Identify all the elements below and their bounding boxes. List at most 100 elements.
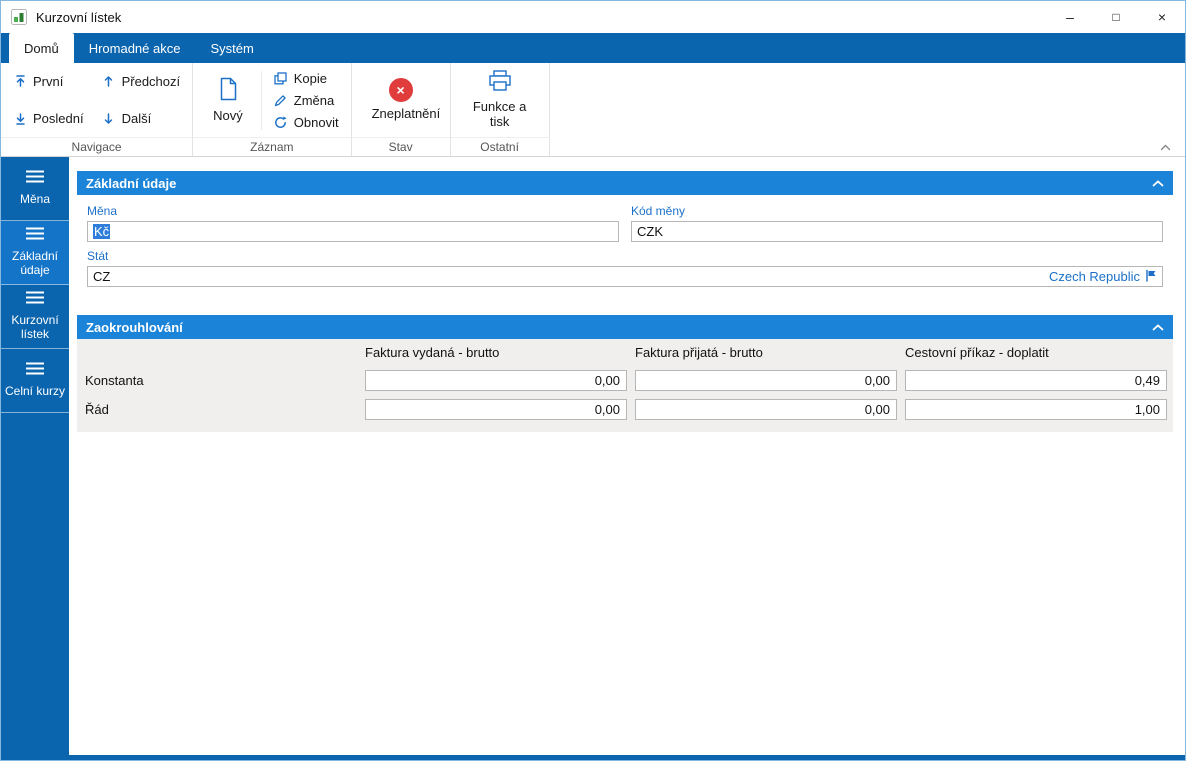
- sidebar-filler: [1, 413, 69, 755]
- country-flag-icon: [1145, 269, 1157, 285]
- tab-domu[interactable]: Domů: [9, 33, 74, 63]
- section-zakladni-udaje: Základní údaje Měna Kč Kód měny CZK Stát…: [77, 171, 1173, 301]
- change-label: Změna: [293, 92, 335, 108]
- new-button[interactable]: Nový: [205, 75, 251, 126]
- row-label-konstanta: Konstanta: [85, 373, 144, 388]
- section-zaokrouhlovani: Zaokrouhlování Faktura vydaná - brutto F…: [77, 315, 1173, 432]
- list-icon: [25, 227, 45, 244]
- invalidate-button[interactable]: × Zneplatnění: [364, 76, 441, 124]
- stat-label: Stát: [87, 249, 109, 263]
- stat-input[interactable]: CZ Czech Republic: [87, 266, 1163, 287]
- list-icon: [25, 291, 45, 308]
- new-label: Nový: [213, 107, 243, 123]
- arrow-up-to-bar-icon: [13, 75, 27, 87]
- close-button[interactable]: ×: [1139, 1, 1185, 33]
- sidebar: Měna Základní údaje Kurzovní lístek Celn…: [1, 157, 69, 755]
- sidebar-item-mena[interactable]: Měna: [1, 157, 69, 221]
- window-bottom-edge: [1, 755, 1185, 760]
- sidebar-item-kurzovni-listek[interactable]: Kurzovní lístek: [1, 285, 69, 349]
- konstanta-cestovni-prikaz-input[interactable]: 0,49: [905, 370, 1167, 391]
- tab-system[interactable]: Systém: [195, 33, 268, 63]
- minimize-button[interactable]: –: [1047, 1, 1093, 33]
- mena-label: Měna: [87, 204, 118, 218]
- copy-icon: [274, 71, 288, 85]
- group-label-navigace: Navigace: [1, 137, 193, 156]
- ribbon-group-navigace: První Předchozí Poslední Další Navigace: [1, 63, 194, 156]
- app-icon: [11, 9, 27, 25]
- chevron-up-icon[interactable]: [1152, 323, 1164, 331]
- first-button[interactable]: První: [13, 74, 84, 89]
- stat-value: CZ: [93, 269, 111, 284]
- section-title-basic: Základní údaje: [86, 175, 177, 191]
- ribbon: První Předchozí Poslední Další Navigace …: [1, 63, 1185, 157]
- functions-print-label: Funkce a tisk: [472, 99, 527, 129]
- group-label-ostatni: Ostatní: [450, 137, 549, 156]
- country-name: Czech Republic: [1048, 269, 1140, 284]
- printer-icon: [488, 70, 512, 95]
- ribbon-group-zaznam: Nový Kopie Změna Obnovit Záznam: [193, 63, 352, 156]
- sidebar-item-label: Měna: [19, 192, 51, 206]
- sidebar-item-label: Kurzovní lístek: [11, 313, 59, 341]
- konstanta-faktura-vydana-input[interactable]: 0,00: [365, 370, 627, 391]
- change-button[interactable]: Změna: [274, 93, 339, 108]
- app-window: Kurzovní lístek – □ × Domů Hromadné akce…: [0, 0, 1186, 761]
- maximize-button[interactable]: □: [1093, 1, 1139, 33]
- section-header-rounding[interactable]: Zaokrouhlování: [77, 315, 1173, 339]
- row-label-rad: Řád: [85, 402, 109, 417]
- group-label-zaznam: Záznam: [193, 137, 351, 156]
- refresh-label: Obnovit: [293, 114, 339, 130]
- rad-faktura-vydana-input[interactable]: 0,00: [365, 399, 627, 420]
- chevron-up-icon[interactable]: [1152, 179, 1164, 187]
- konstanta-faktura-prijata-input[interactable]: 0,00: [635, 370, 897, 391]
- invalidate-label: Zneplatnění: [371, 106, 441, 122]
- column-header-faktura-prijata: Faktura přijatá - brutto: [635, 345, 763, 360]
- field-stat: Stát CZ Czech Republic: [87, 249, 1163, 287]
- list-icon: [25, 170, 45, 187]
- ribbon-group-ostatni: Funkce a tisk Ostatní: [450, 63, 550, 156]
- rad-faktura-prijata-input[interactable]: 0,00: [635, 399, 897, 420]
- pencil-icon: [274, 94, 288, 107]
- group-label-stav: Stav: [351, 137, 450, 156]
- last-label: Poslední: [33, 111, 84, 127]
- sidebar-item-zakladni-udaje[interactable]: Základní údaje: [1, 221, 69, 285]
- previous-label: Předchozí: [121, 73, 181, 89]
- basic-body: Měna Kč Kód měny CZK Stát CZ Czech Repub…: [77, 195, 1173, 301]
- section-title-rounding: Zaokrouhlování: [86, 319, 183, 335]
- rad-cestovni-prikaz-input[interactable]: 1,00: [905, 399, 1167, 420]
- country-picker[interactable]: Czech Republic: [1049, 269, 1157, 285]
- ribbon-group-stav: × Zneplatnění Stav: [351, 63, 451, 156]
- kod-meny-label: Kód měny: [631, 204, 686, 218]
- new-document-icon: [218, 77, 238, 104]
- arrow-down-icon: [102, 113, 116, 125]
- sidebar-item-label: Celní kurzy: [4, 384, 66, 398]
- copy-button[interactable]: Kopie: [274, 71, 339, 86]
- window-controls: – □ ×: [1047, 1, 1185, 33]
- sidebar-item-celni-kurzy[interactable]: Celní kurzy: [1, 349, 69, 413]
- column-header-faktura-vydana: Faktura vydaná - brutto: [365, 345, 500, 360]
- titlebar: Kurzovní lístek – □ ×: [1, 1, 1185, 33]
- mena-value-selected: Kč: [93, 224, 111, 239]
- tab-hromadne-akce[interactable]: Hromadné akce: [74, 33, 196, 63]
- kod-meny-value: CZK: [637, 224, 663, 239]
- section-header-basic[interactable]: Základní údaje: [77, 171, 1173, 195]
- mena-input[interactable]: Kč: [87, 221, 619, 242]
- rounding-corner-cell: [77, 339, 357, 366]
- refresh-button[interactable]: Obnovit: [274, 115, 339, 130]
- next-label: Další: [121, 111, 152, 127]
- refresh-icon: [274, 115, 288, 129]
- functions-print-button[interactable]: Funkce a tisk: [463, 68, 537, 132]
- field-mena: Měna Kč: [87, 197, 619, 242]
- list-icon: [25, 362, 45, 379]
- next-button[interactable]: Další: [102, 111, 181, 126]
- last-button[interactable]: Poslední: [13, 111, 84, 126]
- main-area: Měna Základní údaje Kurzovní lístek Celn…: [1, 157, 1185, 755]
- column-header-cestovni-prikaz: Cestovní příkaz - doplatit: [905, 345, 1049, 360]
- ribbon-tab-bar: Domů Hromadné akce Systém: [1, 33, 1185, 63]
- copy-label: Kopie: [293, 70, 328, 86]
- kod-meny-input[interactable]: CZK: [631, 221, 1163, 242]
- sidebar-item-label: Základní údaje: [11, 249, 59, 277]
- window-title: Kurzovní lístek: [36, 9, 122, 25]
- ribbon-collapse-chevron-icon[interactable]: [1160, 144, 1171, 151]
- arrow-down-to-bar-icon: [13, 113, 27, 125]
- previous-button[interactable]: Předchozí: [102, 73, 181, 89]
